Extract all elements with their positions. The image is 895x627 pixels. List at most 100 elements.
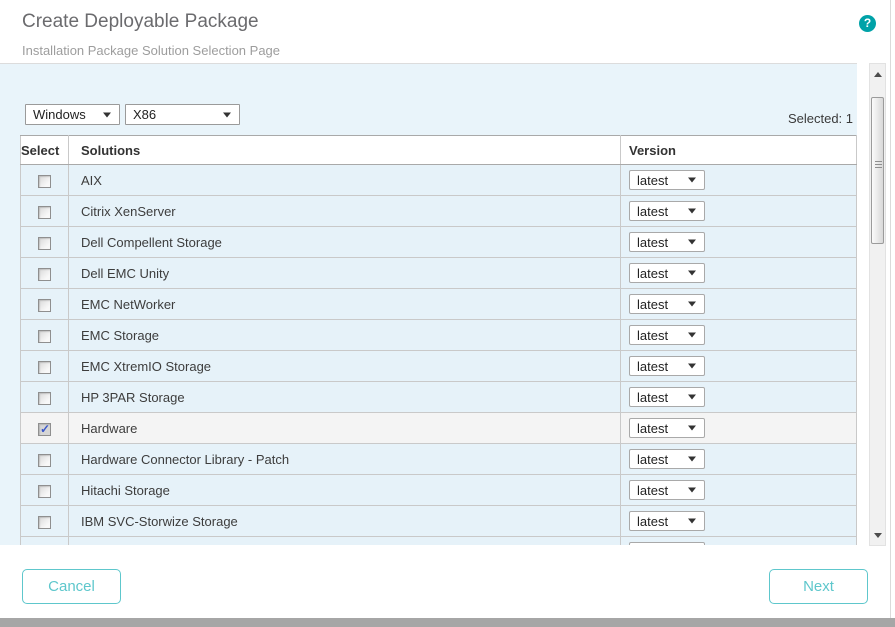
- table-row: AIX latest: [21, 165, 857, 196]
- solution-name: Hardware Connector Library - Patch: [69, 444, 621, 475]
- chevron-down-icon: [688, 333, 696, 338]
- select-cell: [21, 351, 69, 382]
- scroll-up-icon: [874, 72, 882, 77]
- chevron-down-icon: [688, 426, 696, 431]
- solution-name: IBM SVC-Storwize Storage: [69, 506, 621, 537]
- select-cell: [21, 475, 69, 506]
- version-cell: latest: [621, 444, 857, 475]
- version-select[interactable]: latest: [629, 511, 705, 531]
- version-cell: latest: [621, 506, 857, 537]
- chevron-down-icon: [688, 178, 696, 183]
- next-button[interactable]: Next: [769, 569, 868, 604]
- version-select-value: latest: [637, 514, 668, 529]
- selected-count-label: Selected: 1: [788, 111, 853, 126]
- version-cell: latest: [621, 382, 857, 413]
- checkbox[interactable]: [38, 516, 51, 529]
- version-select-value: latest: [637, 204, 668, 219]
- version-select-value: latest: [637, 173, 668, 188]
- scroll-up-button[interactable]: [870, 66, 885, 82]
- checkbox[interactable]: [38, 392, 51, 405]
- checkbox[interactable]: [38, 330, 51, 343]
- solution-name: AIX: [69, 165, 621, 196]
- version-select-value: latest: [637, 452, 668, 467]
- select-cell: [21, 165, 69, 196]
- chevron-down-icon: [688, 271, 696, 276]
- checkbox[interactable]: [38, 237, 51, 250]
- checkbox[interactable]: [38, 361, 51, 374]
- os-select[interactable]: Windows: [25, 104, 120, 125]
- version-select[interactable]: latest: [629, 542, 705, 545]
- solution-selection-panel: Windows X86 Selected: 1 Select Solutions…: [0, 63, 857, 545]
- architecture-select[interactable]: X86: [125, 104, 240, 125]
- select-cell: [21, 196, 69, 227]
- table-row: Hitachi Storagelatest: [21, 475, 857, 506]
- chevron-down-icon: [688, 395, 696, 400]
- chevron-down-icon: [688, 364, 696, 369]
- checkbox[interactable]: [38, 454, 51, 467]
- table-row: EMC Storagelatest: [21, 320, 857, 351]
- solution-name: Dell EMC Unity: [69, 258, 621, 289]
- version-cell: latest: [621, 289, 857, 320]
- version-select[interactable]: latest: [629, 232, 705, 252]
- help-icon[interactable]: ?: [859, 15, 876, 32]
- table-row: EMC XtremIO Storagelatest: [21, 351, 857, 382]
- version-select[interactable]: latest: [629, 449, 705, 469]
- version-select[interactable]: latest: [629, 294, 705, 314]
- version-select-value: latest: [637, 328, 668, 343]
- table-row: IBM SVC-Storwize Storage latest: [21, 506, 857, 537]
- solution-name: Citrix XenServer: [69, 196, 621, 227]
- solution-name: HP 3PAR Storage: [69, 382, 621, 413]
- version-cell: latest: [621, 165, 857, 196]
- select-cell: [21, 227, 69, 258]
- version-select-value: latest: [637, 266, 668, 281]
- select-cell: [21, 320, 69, 351]
- table-row: HP 3PAR Storage latest: [21, 382, 857, 413]
- os-select-value: Windows: [33, 107, 86, 122]
- checkbox[interactable]: [38, 299, 51, 312]
- scroll-down-icon: [874, 533, 882, 538]
- solution-name: LightWeight Technology: [69, 537, 621, 546]
- version-select[interactable]: latest: [629, 480, 705, 500]
- window-edge-divider: [890, 0, 891, 627]
- table-row: Dell Compellent Storagelatest: [21, 227, 857, 258]
- scrollbar-thumb[interactable]: [871, 97, 884, 244]
- checkbox[interactable]: [38, 268, 51, 281]
- table-row: Citrix XenServer latest: [21, 196, 857, 227]
- chevron-down-icon: [688, 209, 696, 214]
- version-select[interactable]: latest: [629, 356, 705, 376]
- select-cell: [21, 258, 69, 289]
- version-select-value: latest: [637, 359, 668, 374]
- version-select[interactable]: latest: [629, 418, 705, 438]
- table-header-row: Select Solutions Version: [21, 136, 857, 165]
- table-row: Hardware Connector Library - Patch latest: [21, 444, 857, 475]
- version-select[interactable]: latest: [629, 387, 705, 407]
- version-select[interactable]: latest: [629, 263, 705, 283]
- table-row: Hardwarelatest: [21, 413, 857, 444]
- version-cell: latest: [621, 351, 857, 382]
- version-cell: latest: [621, 320, 857, 351]
- version-cell: latest: [621, 475, 857, 506]
- select-cell: [21, 537, 69, 546]
- version-cell: latest: [621, 413, 857, 444]
- chevron-down-icon: [688, 302, 696, 307]
- chevron-down-icon: [688, 457, 696, 462]
- version-cell: latest: [621, 227, 857, 258]
- version-select[interactable]: latest: [629, 170, 705, 190]
- checkbox[interactable]: [38, 206, 51, 219]
- version-cell: latest: [621, 537, 857, 546]
- solutions-table-body: AIXlatestCitrix XenServerlatestDell Comp…: [21, 165, 857, 546]
- page-subtitle: Installation Package Solution Selection …: [22, 43, 280, 58]
- vertical-scrollbar[interactable]: [869, 63, 886, 546]
- chevron-down-icon: [688, 488, 696, 493]
- cancel-button[interactable]: Cancel: [22, 569, 121, 604]
- checkbox[interactable]: [38, 485, 51, 498]
- column-header-select: Select: [21, 136, 69, 165]
- select-cell: [21, 413, 69, 444]
- scroll-down-button[interactable]: [870, 527, 885, 543]
- checkbox-checked[interactable]: [38, 423, 51, 436]
- version-select[interactable]: latest: [629, 201, 705, 221]
- checkbox[interactable]: [38, 175, 51, 188]
- version-select[interactable]: latest: [629, 325, 705, 345]
- bottom-bar: [0, 618, 895, 627]
- solutions-table: Select Solutions Version AIXlatestCitrix…: [20, 135, 857, 545]
